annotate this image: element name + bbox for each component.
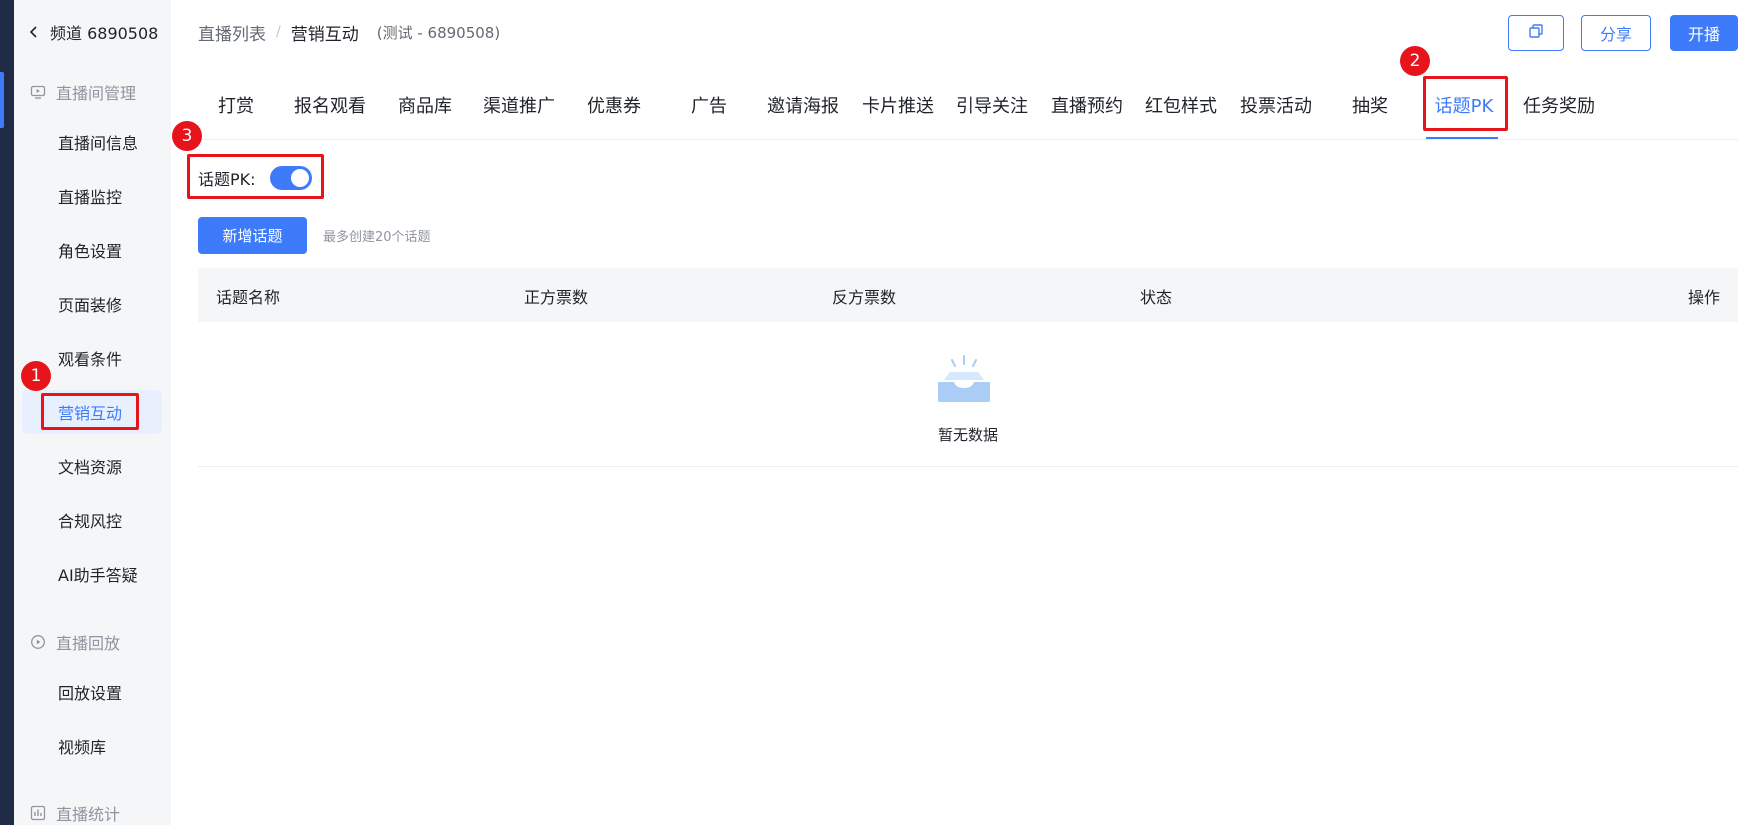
tab-voting[interactable]: 投票活动 <box>1240 92 1312 117</box>
sidebar-group-live-room: 直播间管理 <box>30 80 136 104</box>
active-tab-indicator <box>1426 137 1498 139</box>
sidebar-group-replay: 直播回放 <box>30 630 120 654</box>
column-status: 状态 <box>1140 288 1173 307</box>
sidebar-item-label: 文档资源 <box>58 458 123 477</box>
sidebar-item-label: 角色设置 <box>58 242 123 261</box>
annotation-badge-1: 1 <box>21 361 51 391</box>
tab-card-push[interactable]: 卡片推送 <box>862 92 934 117</box>
sidebar-item-label: 直播间信息 <box>58 134 139 153</box>
tab-red-packet[interactable]: 红包样式 <box>1145 92 1217 117</box>
sidebar-item-monitor[interactable]: 直播监控 <box>22 174 162 218</box>
tab-channel-promo[interactable]: 渠道推广 <box>483 92 555 117</box>
sidebar-item-room-info[interactable]: 直播间信息 <box>22 120 162 164</box>
sidebar-group-label: 直播回放 <box>56 634 121 653</box>
chevron-left-icon <box>26 24 42 40</box>
replay-icon <box>30 634 46 650</box>
sidebar-item-video-library[interactable]: 视频库 <box>22 724 162 768</box>
add-topic-hint: 最多创建20个话题 <box>323 230 431 245</box>
breadcrumb-separator: / <box>276 24 281 40</box>
monitor-icon <box>30 84 46 100</box>
sidebar-item-label: 回放设置 <box>58 684 123 703</box>
column-actions: 操作 <box>1687 288 1720 307</box>
tab-ads[interactable]: 广告 <box>691 92 727 117</box>
sidebar-group-label: 直播间管理 <box>56 84 137 103</box>
add-topic-button[interactable]: 新增话题 <box>198 217 307 254</box>
sidebar-item-replay-settings[interactable]: 回放设置 <box>22 670 162 714</box>
copy-icon <box>1528 23 1544 43</box>
channel-label: 频道 6890508 <box>50 24 159 43</box>
sidebar: 频道 6890508 直播间管理 直播间信息 直播监控 角色设置 页面装修 观看… <box>14 0 171 825</box>
sidebar-item-label: 观看条件 <box>58 350 123 369</box>
sidebar-group-label: 直播统计 <box>56 805 121 824</box>
column-con-votes: 反方票数 <box>832 288 897 307</box>
app-nav-strip <box>0 0 14 825</box>
empty-state-text: 暂无数据 <box>937 426 998 444</box>
toggle-knob <box>290 169 309 187</box>
app-nav-active-indicator <box>0 72 4 128</box>
tab-coupons[interactable]: 优惠券 <box>587 92 641 117</box>
channel-back-link[interactable]: 频道 6890508 <box>26 20 158 44</box>
tab-reward[interactable]: 打赏 <box>218 92 254 117</box>
annotation-badge-3: 3 <box>172 121 202 151</box>
sidebar-item-documents[interactable]: 文档资源 <box>22 444 162 488</box>
sidebar-item-ai-assistant[interactable]: AI助手答疑 <box>22 552 162 596</box>
breadcrumb: 直播列表 / 营销互动 (测试 - 6890508) <box>198 20 501 45</box>
tab-invite-poster[interactable]: 邀请海报 <box>767 92 839 117</box>
sidebar-item-label: 合规风控 <box>58 512 123 531</box>
sidebar-item-label: 营销互动 <box>58 404 123 423</box>
tab-topic-pk[interactable]: 话题PK <box>1435 92 1494 117</box>
marketing-tabs: 打赏 报名观看 商品库 渠道推广 优惠券 广告 邀请海报 卡片推送 引导关注 直… <box>198 80 1738 140</box>
tab-registration[interactable]: 报名观看 <box>294 92 366 117</box>
go-live-button[interactable]: 开播 <box>1670 15 1738 51</box>
topic-table-body: 暂无数据 <box>198 322 1738 467</box>
sidebar-item-label: AI助手答疑 <box>58 566 138 585</box>
copy-button[interactable] <box>1508 15 1564 51</box>
tab-lottery[interactable]: 抽奖 <box>1352 92 1388 117</box>
topic-pk-toggle[interactable] <box>269 166 312 190</box>
sidebar-item-compliance[interactable]: 合规风控 <box>22 498 162 542</box>
empty-inbox-icon <box>934 354 994 406</box>
sidebar-item-marketing[interactable]: 营销互动 <box>22 390 162 434</box>
annotation-badge-2: 2 <box>1400 46 1430 76</box>
share-button[interactable]: 分享 <box>1581 15 1651 51</box>
breadcrumb-parent-link[interactable]: 直播列表 <box>198 20 266 45</box>
tab-reservation[interactable]: 直播预约 <box>1051 92 1123 117</box>
sidebar-item-page-design[interactable]: 页面装修 <box>22 282 162 326</box>
tab-follow-guide[interactable]: 引导关注 <box>956 92 1028 117</box>
column-pro-votes: 正方票数 <box>524 288 589 307</box>
topic-table-header: 话题名称 正方票数 反方票数 状态 操作 <box>198 268 1738 322</box>
breadcrumb-current: 营销互动 <box>290 24 359 45</box>
column-topic-name: 话题名称 <box>216 288 281 307</box>
tab-task-rewards[interactable]: 任务奖励 <box>1523 92 1595 117</box>
topic-pk-toggle-label: 话题PK: <box>198 170 256 189</box>
channel-meta: (测试 - 6890508) <box>376 23 501 42</box>
sidebar-item-label: 页面装修 <box>58 296 123 315</box>
tab-products[interactable]: 商品库 <box>398 92 452 117</box>
sidebar-item-roles[interactable]: 角色设置 <box>22 228 162 272</box>
sidebar-item-label: 视频库 <box>58 738 107 757</box>
sidebar-item-label: 直播监控 <box>58 188 123 207</box>
chart-icon <box>30 805 46 821</box>
topic-pk-toggle-row: 话题PK: <box>198 164 312 192</box>
sidebar-group-statistics: 直播统计 <box>30 801 120 825</box>
